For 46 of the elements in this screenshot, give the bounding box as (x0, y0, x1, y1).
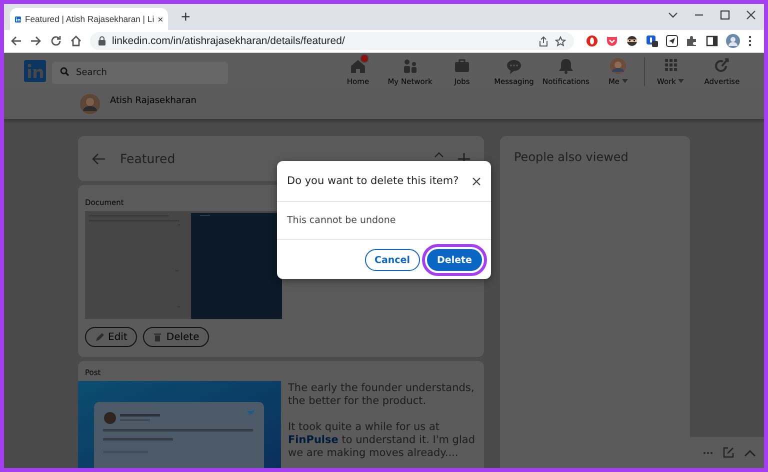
cancel-button[interactable]: Cancel (364, 249, 420, 271)
chevron-down-icon[interactable] (668, 10, 678, 20)
pocket-icon[interactable] (606, 35, 618, 47)
search-field[interactable]: Search (52, 62, 228, 84)
password-manager-icon[interactable] (646, 35, 658, 47)
dialog-title: Do you want to delete this item? (287, 175, 460, 187)
reload-icon[interactable] (50, 35, 62, 47)
opera-icon[interactable] (586, 35, 598, 47)
profile-name: Atish Rajasekharan (110, 96, 196, 106)
action-button[interactable]: Edit (85, 327, 138, 347)
forward-arrow-icon[interactable] (30, 35, 42, 47)
star-icon[interactable] (555, 36, 566, 46)
people-icon (401, 56, 419, 74)
maximize-icon[interactable] (720, 10, 730, 20)
back-arrow-icon[interactable] (10, 35, 22, 47)
new-tab-button[interactable]: + (178, 9, 194, 27)
company-link[interactable]: FinPulse (288, 434, 338, 446)
section-title: Featured (120, 151, 176, 166)
tab-title: Featured | Atish Rajasekharan | Li (24, 14, 154, 24)
trash-icon (153, 332, 162, 342)
menu-icon[interactable] (748, 35, 752, 47)
avatar-icon (80, 94, 100, 114)
avatar-icon (609, 56, 627, 74)
search-icon (60, 67, 69, 76)
lock-icon (98, 36, 106, 46)
sidebar-title: People also viewed (514, 150, 630, 164)
ninja-icon[interactable] (626, 35, 638, 47)
paper-plane-icon[interactable] (666, 35, 678, 47)
browser-tab[interactable]: Featured | Atish Rajasekharan | Li (10, 8, 168, 30)
share-icon[interactable] (538, 36, 549, 46)
avatar-icon[interactable] (726, 34, 740, 48)
close-icon[interactable] (158, 14, 163, 24)
pencil-icon (95, 332, 104, 342)
close-icon[interactable] (746, 10, 756, 20)
action-button[interactable]: Delete (143, 327, 210, 347)
close-icon[interactable] (472, 176, 481, 186)
briefcase-icon (453, 56, 471, 74)
dialog-message: This cannot be undone (277, 202, 491, 240)
puzzle-icon[interactable] (686, 35, 698, 47)
address-bar[interactable]: linkedin.com/in/atishrajasekharan/details/featured/ (90, 32, 574, 50)
bell-icon (557, 56, 575, 74)
linkedin-logo-icon (15, 14, 21, 24)
side-panel-icon[interactable] (706, 35, 718, 47)
home-icon[interactable] (70, 35, 82, 47)
compass-arrow-icon (713, 56, 731, 74)
post-text: The early the founder understands, the better for the product. It took quite a while for us at FinPulse to understand it. I'm glad we are making moves already.... (288, 381, 476, 461)
